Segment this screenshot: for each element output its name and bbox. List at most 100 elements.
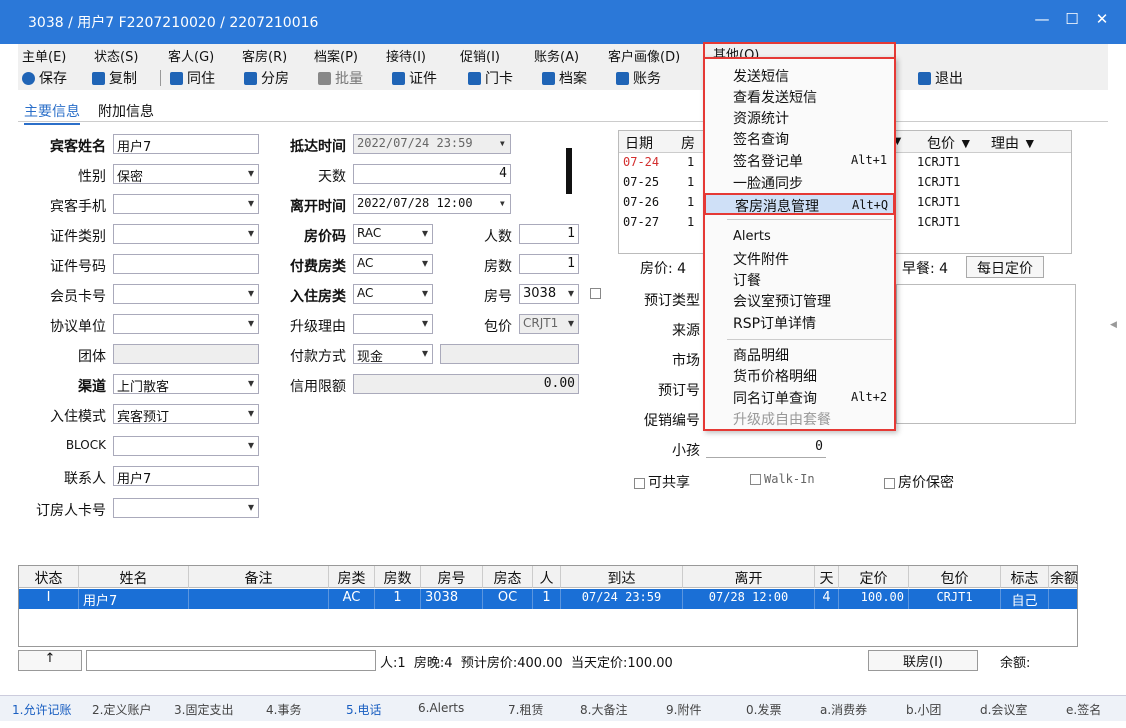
minimize-button[interactable]: — xyxy=(1032,10,1052,28)
people-input[interactable]: 1 xyxy=(519,224,579,244)
door-card-button[interactable]: 门卡 xyxy=(468,68,513,88)
table-row[interactable]: I 用户7 AC 1 3038 OC 1 07/24 23:59 07/28 1… xyxy=(19,589,1077,609)
shortcut-small-group[interactable]: b.小团 xyxy=(906,701,941,718)
walkin-option[interactable]: Walk-In xyxy=(750,472,815,486)
menu-item-send-sms[interactable]: 发送短信 xyxy=(733,66,789,86)
menu-item-rsp-order[interactable]: RSP订单详情 xyxy=(733,313,816,333)
search-field[interactable] xyxy=(86,650,376,671)
shortcut-big-note[interactable]: 8.大备注 xyxy=(580,701,627,718)
upgrade-reason-select[interactable] xyxy=(353,314,433,334)
tab-main-info[interactable]: 主要信息 xyxy=(24,101,80,125)
shortcut-invoice[interactable]: 0.发票 xyxy=(746,701,781,718)
split-room-button[interactable]: 分房 xyxy=(244,68,289,88)
menu-promo[interactable]: 促销(I) xyxy=(460,46,500,65)
menu-reception[interactable]: 接待(I) xyxy=(386,46,426,65)
menu-item-view-sms[interactable]: 查看发送短信 xyxy=(733,87,817,107)
cert-no-input[interactable] xyxy=(113,254,259,274)
menu-item-same-name-order[interactable]: 同名订单查询 Alt+2 xyxy=(733,388,893,408)
shortcut-signature[interactable]: e.签名 xyxy=(1066,701,1101,718)
menu-item-signature-register[interactable]: 签名登记单 Alt+1 xyxy=(733,151,893,171)
menu-status[interactable]: 状态(S) xyxy=(94,46,138,65)
grid-header-reason[interactable]: 理由 ▼ xyxy=(991,133,1037,153)
col-roomtype[interactable]: 房类 xyxy=(329,566,375,588)
menu-item-meeting-booking[interactable]: 会议室预订管理 xyxy=(733,291,831,311)
col-roomstate[interactable]: 房态 xyxy=(483,566,533,588)
room-no-select[interactable]: 3038 xyxy=(519,284,579,304)
shortcut-meeting-room[interactable]: d.会议室 xyxy=(980,701,1027,718)
shortcut-phone[interactable]: 5.电话 xyxy=(346,701,381,718)
collapse-arrow-icon[interactable]: ◀ xyxy=(1110,320,1117,330)
menu-item-order-meal[interactable]: 订餐 xyxy=(733,270,761,290)
copy-button[interactable]: 复制 xyxy=(92,68,137,88)
menu-item-upgrade-package[interactable]: 升级成自由套餐 xyxy=(733,409,831,429)
col-arrival[interactable]: 到达 xyxy=(561,566,683,588)
mobile-input[interactable] xyxy=(113,194,259,214)
shortcut-fixed-expense[interactable]: 3.固定支出 xyxy=(174,701,233,718)
menu-item-resource-stats[interactable]: 资源统计 xyxy=(733,108,789,128)
close-button[interactable]: ✕ xyxy=(1092,10,1112,28)
days-input[interactable]: 4 xyxy=(353,164,511,184)
member-card-select[interactable] xyxy=(113,284,259,304)
menu-item-currency-price[interactable]: 货币价格明细 xyxy=(733,366,817,386)
pay-method-detail[interactable] xyxy=(440,344,579,364)
menu-item-file-attachment[interactable]: 文件附件 xyxy=(733,249,789,269)
shortcut-coupon[interactable]: a.消费券 xyxy=(820,701,867,718)
menu-main[interactable]: 主单(E) xyxy=(22,46,66,65)
shortcut-lease[interactable]: 7.租赁 xyxy=(508,701,543,718)
block-select[interactable] xyxy=(113,436,259,456)
link-room-button[interactable]: 联房(I) xyxy=(868,650,978,671)
shortcut-allow-charge[interactable]: 1.允许记账 xyxy=(12,701,71,718)
menu-archive[interactable]: 档案(P) xyxy=(314,46,358,65)
col-remark[interactable]: 备注 xyxy=(189,566,329,588)
shortcut-define-account[interactable]: 2.定义账户 xyxy=(92,701,151,718)
col-days[interactable]: 天 xyxy=(815,566,839,588)
contact-input[interactable]: 用户7 xyxy=(113,466,259,486)
col-flag[interactable]: 标志 xyxy=(1001,566,1049,588)
agreement-select[interactable] xyxy=(113,314,259,334)
room-table[interactable]: 状态 姓名 备注 房类 房数 房号 房态 人 到达 离开 天 定价 包价 标志 … xyxy=(18,565,1078,647)
col-rooms[interactable]: 房数 xyxy=(375,566,421,588)
col-roomno[interactable]: 房号 xyxy=(421,566,483,588)
exit-button[interactable]: 退出 xyxy=(918,68,963,88)
pay-roomtype-select[interactable]: AC xyxy=(353,254,433,274)
cohabit-button[interactable]: 同住 xyxy=(170,68,215,88)
share-checkbox[interactable] xyxy=(634,477,645,489)
shortcut-affairs[interactable]: 4.事务 xyxy=(266,701,301,718)
arrival-datetime[interactable]: 2022/07/24 23:59 xyxy=(353,134,511,154)
col-status[interactable]: 状态 xyxy=(19,566,79,588)
booker-card-select[interactable] xyxy=(113,498,259,518)
guest-name-input[interactable]: 用户7 xyxy=(113,134,259,154)
menu-guest[interactable]: 客人(G) xyxy=(168,46,214,65)
scroll-up-button[interactable]: ↑ xyxy=(18,650,82,671)
tab-extra-info[interactable]: 附加信息 xyxy=(98,101,154,121)
certificate-button[interactable]: 证件 xyxy=(392,68,437,88)
daily-rate-button[interactable]: 每日定价 xyxy=(966,256,1044,278)
rate-secret-option[interactable]: 房价保密 xyxy=(884,472,954,492)
save-button[interactable]: 保存 xyxy=(22,68,67,88)
menu-item-face-sync[interactable]: 一脸通同步 xyxy=(733,173,803,193)
menu-item-alerts[interactable]: Alerts xyxy=(733,229,771,244)
menu-room[interactable]: 客房(R) xyxy=(242,46,287,65)
rate-code-select[interactable]: RAC xyxy=(353,224,433,244)
gender-select[interactable]: 保密 xyxy=(113,164,259,184)
stay-roomtype-select[interactable]: AC xyxy=(353,284,433,304)
package-select[interactable]: CRJT1 xyxy=(519,314,579,334)
col-balance[interactable]: 余额 xyxy=(1049,566,1079,588)
credit-limit-input[interactable]: 0.00 xyxy=(353,374,579,394)
col-rate[interactable]: 定价 xyxy=(839,566,909,588)
channel-select[interactable]: 上门散客 xyxy=(113,374,259,394)
col-name[interactable]: 姓名 xyxy=(79,566,189,588)
account-button[interactable]: 账务 xyxy=(616,68,661,88)
batch-button[interactable]: 批量 xyxy=(318,68,363,88)
col-depart[interactable]: 离开 xyxy=(683,566,815,588)
share-option[interactable]: 可共享 xyxy=(634,472,690,492)
room-lock-checkbox[interactable] xyxy=(590,288,601,299)
child-input[interactable]: 0 xyxy=(706,438,826,458)
depart-datetime[interactable]: 2022/07/28 12:00 xyxy=(353,194,511,214)
cert-type-select[interactable] xyxy=(113,224,259,244)
rooms-input[interactable]: 1 xyxy=(519,254,579,274)
group-input[interactable] xyxy=(113,344,259,364)
shortcut-attachment[interactable]: 9.附件 xyxy=(666,701,701,718)
col-people[interactable]: 人 xyxy=(533,566,561,588)
rate-secret-checkbox[interactable] xyxy=(884,477,895,489)
